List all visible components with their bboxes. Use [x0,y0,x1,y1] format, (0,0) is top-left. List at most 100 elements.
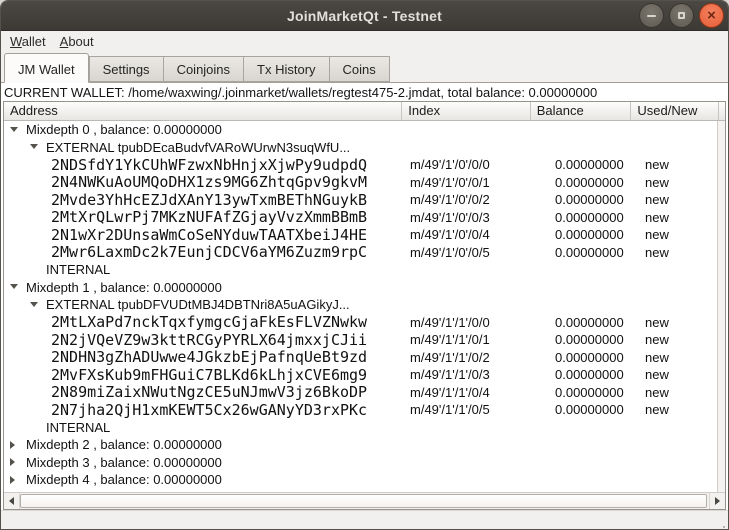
tree-row[interactable]: EXTERNAL tpubDEcaBudvfVARoWUrwN3suqWfU..… [4,139,725,157]
scroll-right-icon [715,497,720,505]
tree-row[interactable]: 2NDHN3gZhADUwwe4JGkzbEjPafnqUeBt9zdm/49'… [4,349,725,367]
close-icon: × [707,8,716,23]
index-cell: m/49'/1'/0'/0/2 [404,192,533,207]
column-header-address[interactable]: Address [4,102,402,120]
used-new-cell: new [634,367,722,382]
index-cell: m/49'/1'/1'/0/0 [404,315,533,330]
address-cell: 2Mvde3YhHcEZJdXAnY13ywTxmBEThNGuykB [4,191,404,209]
collapse-arrow-icon[interactable] [30,302,38,307]
vertical-scrollbar-track[interactable] [717,121,725,492]
index-cell: m/49'/1'/1'/0/4 [404,385,533,400]
balance-cell: 0.00000000 [533,332,634,347]
balance-cell: 0.00000000 [533,175,634,190]
tab-coins[interactable]: Coins [330,56,390,82]
maximize-button[interactable] [669,3,694,28]
balance-cell: 0.00000000 [533,245,634,260]
horizontal-scrollbar-thumb[interactable] [20,494,707,508]
current-wallet-banner: CURRENT WALLET: /home/waxwing/.joinmarke… [1,83,728,101]
address-cell: 2N4NWKuAoUMQoDHX1zs9MG6ZhtqGpv9gkvM [4,173,404,191]
tree-row[interactable]: Mixdepth 0 , balance: 0.00000000 [4,121,725,139]
tree-row[interactable]: 2N2jVQeVZ9w3kttRCGyPYRLX64jmxxjCJiim/49'… [4,331,725,349]
address-cell: 2N2jVQeVZ9w3kttRCGyPYRLX64jmxxjCJii [4,331,404,349]
balance-cell: 0.00000000 [533,402,634,417]
address-cell: Mixdepth 2 , balance: 0.00000000 [4,437,404,452]
expand-arrow-icon[interactable] [10,441,15,449]
index-cell: m/49'/1'/1'/0/1 [404,332,533,347]
address-cell: 2NDSfdY1YkCUhWFzwxNbHnjxXjwPy9udpdQ [4,156,404,174]
tab-settings[interactable]: Settings [89,56,164,82]
used-new-cell: new [634,245,722,260]
column-header-balance[interactable]: Balance [531,102,632,120]
address-cell: Mixdepth 1 , balance: 0.00000000 [4,280,404,295]
status-bar [1,510,728,530]
tree-row[interactable]: EXTERNAL tpubDFVUDtMBJ4DBTNri8A5uAGikyJ.… [4,296,725,314]
index-cell: m/49'/1'/1'/0/5 [404,402,533,417]
tree-row[interactable]: INTERNAL [4,261,725,279]
address-cell: EXTERNAL tpubDEcaBudvfVARoWUrwN3suqWfU..… [4,140,404,155]
minimize-icon [647,15,656,17]
tree-row[interactable]: 2N4NWKuAoUMQoDHX1zs9MG6ZhtqGpv9gkvMm/49'… [4,174,725,192]
column-header-used-new[interactable]: Used/New [631,102,719,120]
menubar: WalletAbout [1,31,728,52]
address-cell: 2N89miZaixNWutNgzCE5uNJmwV3jz6BkoDP [4,383,404,401]
titlebar[interactable]: JoinMarketQt - Testnet × [1,1,728,31]
used-new-cell: new [634,210,722,225]
collapse-arrow-icon[interactable] [10,284,18,289]
minimize-button[interactable] [639,3,664,28]
tab-jm-wallet[interactable]: JM Wallet [4,53,89,83]
tree-row[interactable]: 2Mwr6LaxmDc2k7EunjCDCV6aYM6Zuzm9rpCm/49'… [4,244,725,262]
maximize-icon [678,12,685,19]
scroll-left-button[interactable] [4,493,20,509]
index-cell: m/49'/1'/0'/0/4 [404,227,533,242]
address-cell: INTERNAL [4,262,404,277]
address-cell: 2MvFXsKub9mFHGuiC7BLKd6kLhjxCVE6mg9 [4,366,404,384]
tree-row[interactable]: 2MtXrQLwrPj7MKzNUFAfZGjayVvzXmmBBmBm/49'… [4,209,725,227]
horizontal-scrollbar-track[interactable] [20,493,709,509]
balance-cell: 0.00000000 [533,367,634,382]
balance-cell: 0.00000000 [533,210,634,225]
tree-row[interactable]: INTERNAL [4,419,725,437]
tree-row[interactable]: 2MvFXsKub9mFHGuiC7BLKd6kLhjxCVE6mg9m/49'… [4,366,725,384]
scroll-left-icon [9,497,14,505]
horizontal-scrollbar[interactable] [4,492,725,509]
window-title: JoinMarketQt - Testnet [287,8,442,24]
window-controls: × [639,3,724,28]
used-new-cell: new [634,385,722,400]
tree-row[interactable]: 2N1wXr2DUnsaWmCoSeNYduwTAATXbeiJ4HEm/49'… [4,226,725,244]
balance-cell: 0.00000000 [533,315,634,330]
tree-row[interactable]: 2NDSfdY1YkCUhWFzwxNbHnjxXjwPy9udpdQm/49'… [4,156,725,174]
column-header-index[interactable]: Index [402,102,530,120]
balance-cell: 0.00000000 [533,227,634,242]
tree-row[interactable]: Mixdepth 4 , balance: 0.00000000 [4,471,725,489]
tab-tx-history[interactable]: Tx History [244,56,330,82]
column-header-filler [719,102,725,120]
tree-row[interactable]: Mixdepth 3 , balance: 0.00000000 [4,454,725,472]
tab-coinjoins[interactable]: Coinjoins [164,56,244,82]
tree-row[interactable]: 2MtLXaPd7nckTqxfymgcGjaFkEsFLVZNwkwm/49'… [4,314,725,332]
tree-row[interactable]: 2N7jha2QjH1xmKEWT5Cx26wGANyYD3rxPKcm/49'… [4,401,725,419]
tree-row[interactable]: 2Mvde3YhHcEZJdXAnY13ywTxmBEThNGuykBm/49'… [4,191,725,209]
tree-body[interactable]: Mixdepth 0 , balance: 0.00000000EXTERNAL… [4,121,725,492]
address-cell: EXTERNAL tpubDFVUDtMBJ4DBTNri8A5uAGikyJ.… [4,297,404,312]
expand-arrow-icon[interactable] [10,458,15,466]
tab-bar: JM WalletSettingsCoinjoinsTx HistoryCoin… [1,52,728,83]
tree-row[interactable]: Mixdepth 1 , balance: 0.00000000 [4,279,725,297]
address-cell: Mixdepth 4 , balance: 0.00000000 [4,472,404,487]
resize-grip-icon[interactable] [723,526,725,528]
tree-header: AddressIndexBalanceUsed/New [4,102,725,121]
used-new-cell: new [634,402,722,417]
scroll-right-button[interactable] [709,493,725,509]
collapse-arrow-icon[interactable] [30,144,38,149]
address-cell: Mixdepth 3 , balance: 0.00000000 [4,455,404,470]
used-new-cell: new [634,332,722,347]
collapse-arrow-icon[interactable] [10,127,18,132]
used-new-cell: new [634,175,722,190]
tree-row[interactable]: Mixdepth 2 , balance: 0.00000000 [4,436,725,454]
app-window: JoinMarketQt - Testnet × WalletAbout JM … [0,0,729,530]
used-new-cell: new [634,157,722,172]
close-button[interactable]: × [699,3,724,28]
expand-arrow-icon[interactable] [10,476,15,484]
tree-row[interactable]: 2N89miZaixNWutNgzCE5uNJmwV3jz6BkoDPm/49'… [4,384,725,402]
menu-about[interactable]: About [53,32,101,51]
menu-wallet[interactable]: Wallet [3,32,53,51]
